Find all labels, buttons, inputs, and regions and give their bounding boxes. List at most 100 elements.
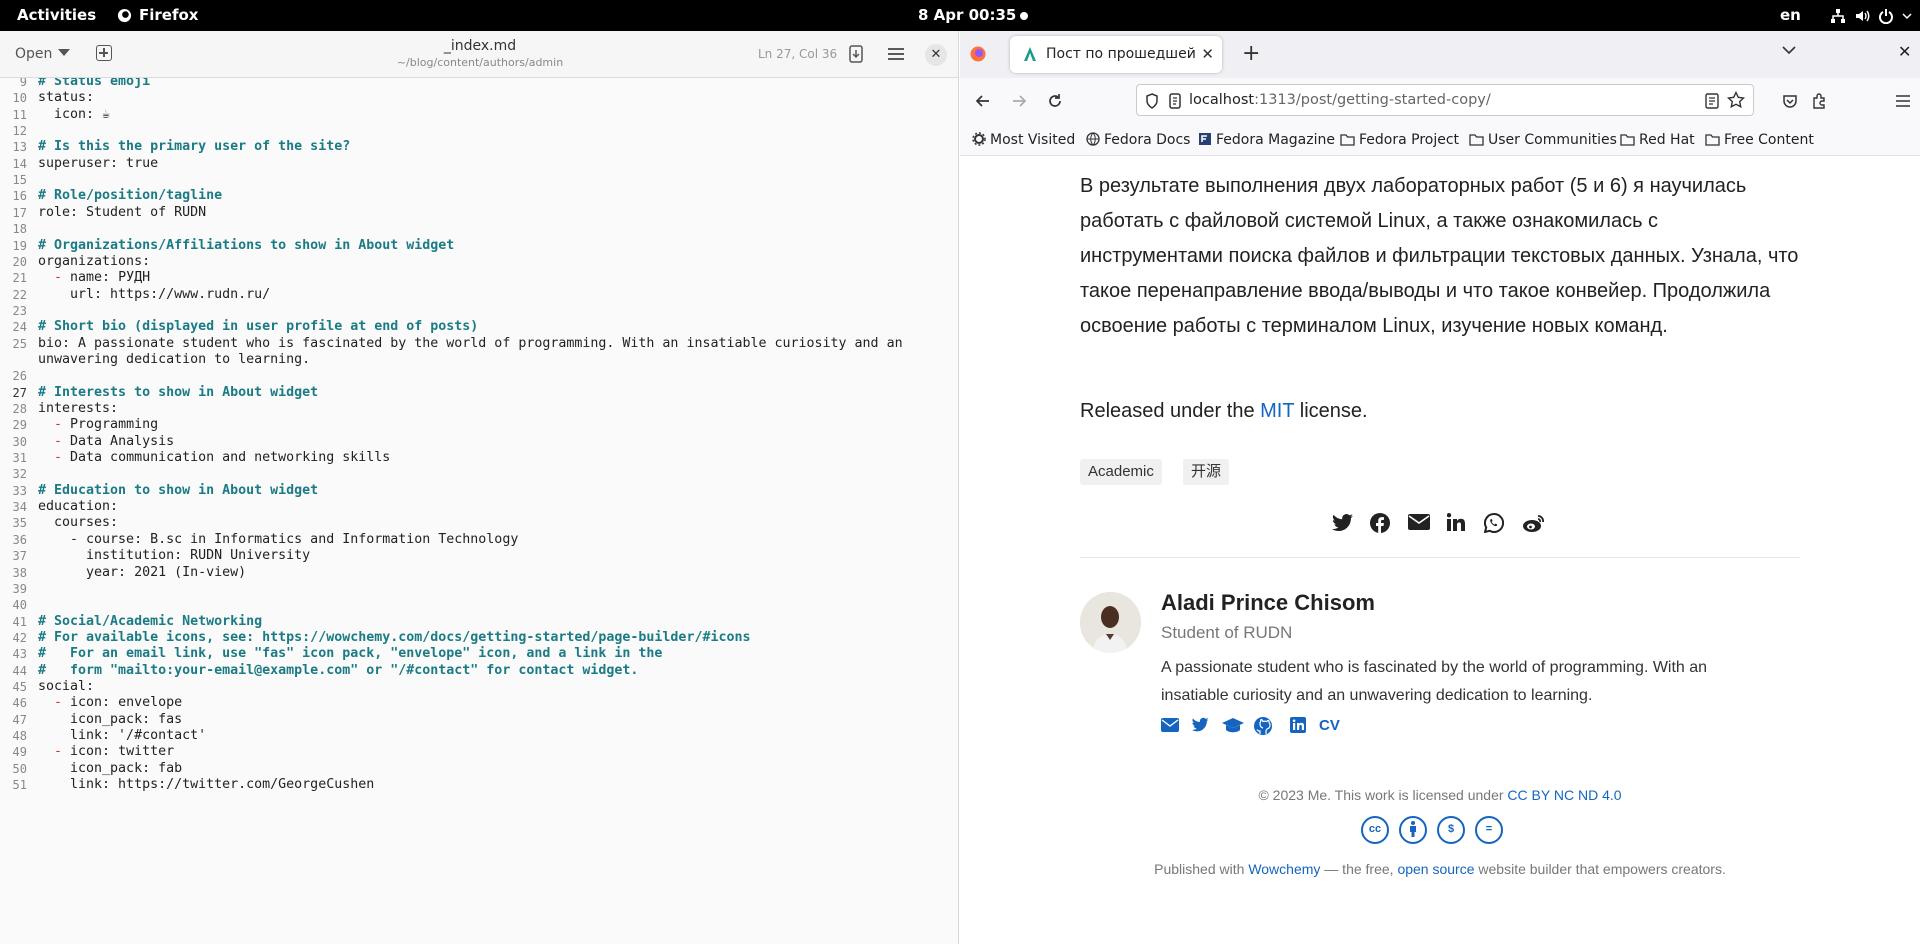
text-editor-window: Open _index.md ~/blog/content/authors/ad… bbox=[0, 31, 959, 944]
linkedin-icon[interactable] bbox=[1290, 717, 1306, 733]
published-middle: — the free, bbox=[1320, 861, 1398, 877]
activities-button[interactable]: Activities bbox=[17, 0, 96, 31]
cc-license-link[interactable]: CC BY NC ND 4.0 bbox=[1507, 787, 1621, 803]
yaml-value: name: РУДН bbox=[70, 270, 151, 286]
app-menu-icon[interactable] bbox=[1895, 93, 1911, 109]
new-tab-icon[interactable]: + bbox=[1242, 41, 1260, 66]
wowchemy-link[interactable]: Wowchemy bbox=[1248, 861, 1320, 877]
wowchemy-favicon-icon bbox=[1024, 47, 1036, 61]
bookmark-fedora-project[interactable]: Fedora Project bbox=[1340, 132, 1459, 148]
tab-close-icon[interactable]: ✕ bbox=[1201, 45, 1214, 63]
yaml-value: icon: twitter bbox=[70, 744, 175, 760]
twitter-share-icon[interactable] bbox=[1332, 513, 1354, 533]
url-host: localhost bbox=[1189, 92, 1255, 108]
cursor-position[interactable]: Ln 27, Col 36 bbox=[758, 47, 837, 61]
folder-icon bbox=[1705, 134, 1720, 146]
firefox-window: Пост по прошедшей неде ✕ + ✕ localhost:1… bbox=[960, 31, 1920, 944]
tab-title: Пост по прошедшей неде bbox=[1046, 46, 1196, 62]
cc-icon: cc bbox=[1361, 816, 1389, 844]
back-icon[interactable] bbox=[975, 93, 991, 109]
bookmark-label: Fedora Docs bbox=[1104, 132, 1191, 148]
folder-icon bbox=[1469, 134, 1484, 146]
reader-view-icon[interactable] bbox=[1705, 93, 1719, 109]
person-photo-icon bbox=[1080, 592, 1141, 653]
yaml-value: Programming bbox=[70, 417, 159, 433]
document-title: _index.md bbox=[443, 38, 517, 54]
firefox-view-icon[interactable] bbox=[970, 46, 986, 62]
new-document-icon[interactable] bbox=[96, 45, 112, 61]
bookmark-label: Free Content bbox=[1724, 132, 1814, 148]
bookmark-fedora-magazine[interactable]: Fedora Magazine bbox=[1198, 132, 1335, 148]
pocket-icon[interactable] bbox=[1782, 93, 1798, 109]
bookmark-label: Fedora Project bbox=[1359, 132, 1460, 148]
twitter-icon[interactable] bbox=[1191, 717, 1210, 733]
extensions-icon[interactable] bbox=[1811, 93, 1827, 109]
yaml-dash: - bbox=[54, 450, 71, 466]
url-text: localhost:1313/post/getting-started-copy… bbox=[1189, 92, 1491, 108]
yaml-dash: - bbox=[54, 744, 71, 760]
linkedin-share-icon[interactable] bbox=[1447, 513, 1465, 531]
author-avatar[interactable] bbox=[1080, 592, 1141, 653]
app-menu[interactable]: Firefox bbox=[117, 0, 198, 31]
noncommercial-icon: $ bbox=[1437, 816, 1465, 844]
reload-icon[interactable] bbox=[1047, 93, 1063, 109]
license-prefix: Released under the bbox=[1080, 400, 1261, 422]
bookmarks-toolbar: Most Visited Fedora Docs Fedora Magazine… bbox=[960, 126, 1920, 156]
bookmark-user-communities[interactable]: User Communities bbox=[1469, 132, 1617, 148]
code-editor[interactable]: 9 # Status emoji 10 status: 11 icon: ☕ 12 13 # … bbox=[0, 78, 958, 944]
cv-link[interactable]: CV bbox=[1319, 717, 1340, 734]
system-menu[interactable] bbox=[1830, 0, 1912, 31]
copyright-line: © 2023 Me. This work is licensed under C… bbox=[960, 787, 1920, 803]
line-number: 51 bbox=[12, 778, 27, 793]
tag-open-source[interactable]: 开源 bbox=[1183, 459, 1230, 485]
close-window-button[interactable]: ✕ bbox=[925, 44, 947, 66]
dropdown-caret-icon bbox=[58, 49, 71, 56]
yaml-dash: - bbox=[54, 270, 71, 286]
page-content: В результате выполнения двух лабораторны… bbox=[960, 157, 1920, 944]
published-line: Published with Wowchemy — the free, open… bbox=[960, 861, 1920, 877]
close-browser-icon[interactable]: ✕ bbox=[1898, 42, 1911, 61]
tracking-protection-icon[interactable] bbox=[1145, 93, 1159, 109]
whatsapp-share-icon[interactable] bbox=[1484, 513, 1504, 533]
envelope-icon[interactable] bbox=[1161, 717, 1179, 733]
open-button[interactable]: Open bbox=[15, 46, 71, 62]
author-name[interactable]: Aladi Prince Chisom bbox=[1161, 590, 1375, 616]
weibo-share-icon[interactable] bbox=[1522, 513, 1546, 533]
url-bar[interactable]: localhost:1313/post/getting-started-copy… bbox=[1136, 84, 1754, 116]
mit-license-link[interactable]: MIT bbox=[1260, 400, 1294, 422]
line-text: link: https://twitter.com/GeorgeCushen bbox=[38, 777, 375, 793]
bookmark-free-content[interactable]: Free Content bbox=[1705, 132, 1814, 148]
open-source-link[interactable]: open source bbox=[1397, 861, 1474, 877]
chevron-down-icon bbox=[1902, 12, 1912, 19]
copyright-prefix: © 2023 Me. This work is licensed under bbox=[1258, 787, 1508, 803]
github-icon[interactable] bbox=[1254, 717, 1272, 735]
bookmark-fedora-docs[interactable]: Fedora Docs bbox=[1086, 132, 1190, 148]
keyboard-layout[interactable]: en bbox=[1780, 0, 1801, 31]
bookmark-star-icon[interactable] bbox=[1727, 91, 1745, 109]
save-document-icon[interactable] bbox=[848, 45, 864, 63]
author-bio: A passionate student who is fascinated b… bbox=[1161, 659, 1708, 704]
facebook-share-icon[interactable] bbox=[1370, 513, 1390, 533]
globe-icon bbox=[1086, 132, 1100, 146]
graduation-cap-icon[interactable] bbox=[1222, 717, 1244, 734]
top-bar: Activities Firefox 8 Apr 00:35 en bbox=[0, 0, 1920, 31]
hamburger-menu-icon[interactable] bbox=[888, 47, 904, 61]
folder-icon bbox=[1620, 134, 1635, 146]
browser-tab[interactable]: Пост по прошедшей неде ✕ bbox=[1010, 36, 1222, 73]
bookmark-red-hat[interactable]: Red Hat bbox=[1620, 132, 1695, 148]
yaml-dash: - bbox=[54, 417, 71, 433]
author-role: Student of RUDN bbox=[1161, 623, 1293, 642]
email-share-icon[interactable] bbox=[1408, 513, 1430, 531]
volume-icon bbox=[1856, 10, 1870, 21]
bookmark-most-visited[interactable]: Most Visited bbox=[972, 132, 1075, 148]
attribution-icon bbox=[1399, 816, 1427, 844]
forward-icon[interactable] bbox=[1011, 93, 1027, 109]
noderivatives-icon: = bbox=[1475, 816, 1503, 844]
yaml-dash: - bbox=[54, 695, 71, 711]
clock[interactable]: 8 Apr 00:35 bbox=[918, 0, 1016, 31]
list-tabs-icon[interactable] bbox=[1782, 45, 1796, 55]
code-line: 51 link: https://twitter.com/GeorgeCushe… bbox=[0, 775, 958, 795]
tag-academic[interactable]: Academic bbox=[1080, 459, 1162, 485]
page-info-icon[interactable] bbox=[1168, 93, 1182, 109]
cc-badges[interactable]: cc $ = bbox=[1361, 816, 1503, 844]
